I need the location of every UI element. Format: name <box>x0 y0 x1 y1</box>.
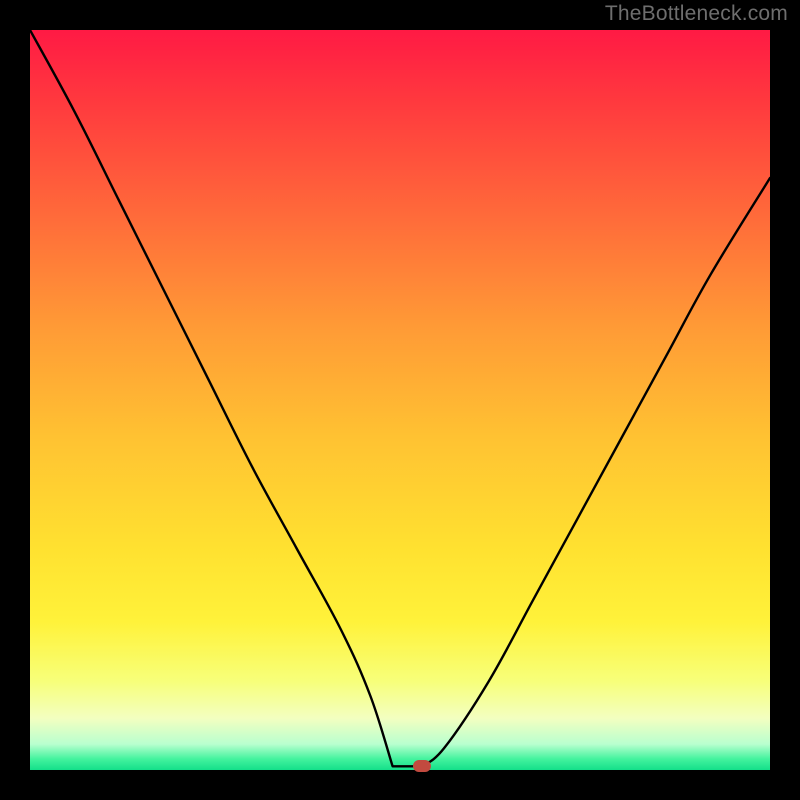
optimal-marker <box>413 760 431 772</box>
plot-area <box>30 30 770 770</box>
curve-layer <box>30 30 770 770</box>
bottleneck-curve <box>30 30 770 766</box>
watermark-text: TheBottleneck.com <box>605 2 788 26</box>
chart-frame: TheBottleneck.com <box>0 0 800 800</box>
